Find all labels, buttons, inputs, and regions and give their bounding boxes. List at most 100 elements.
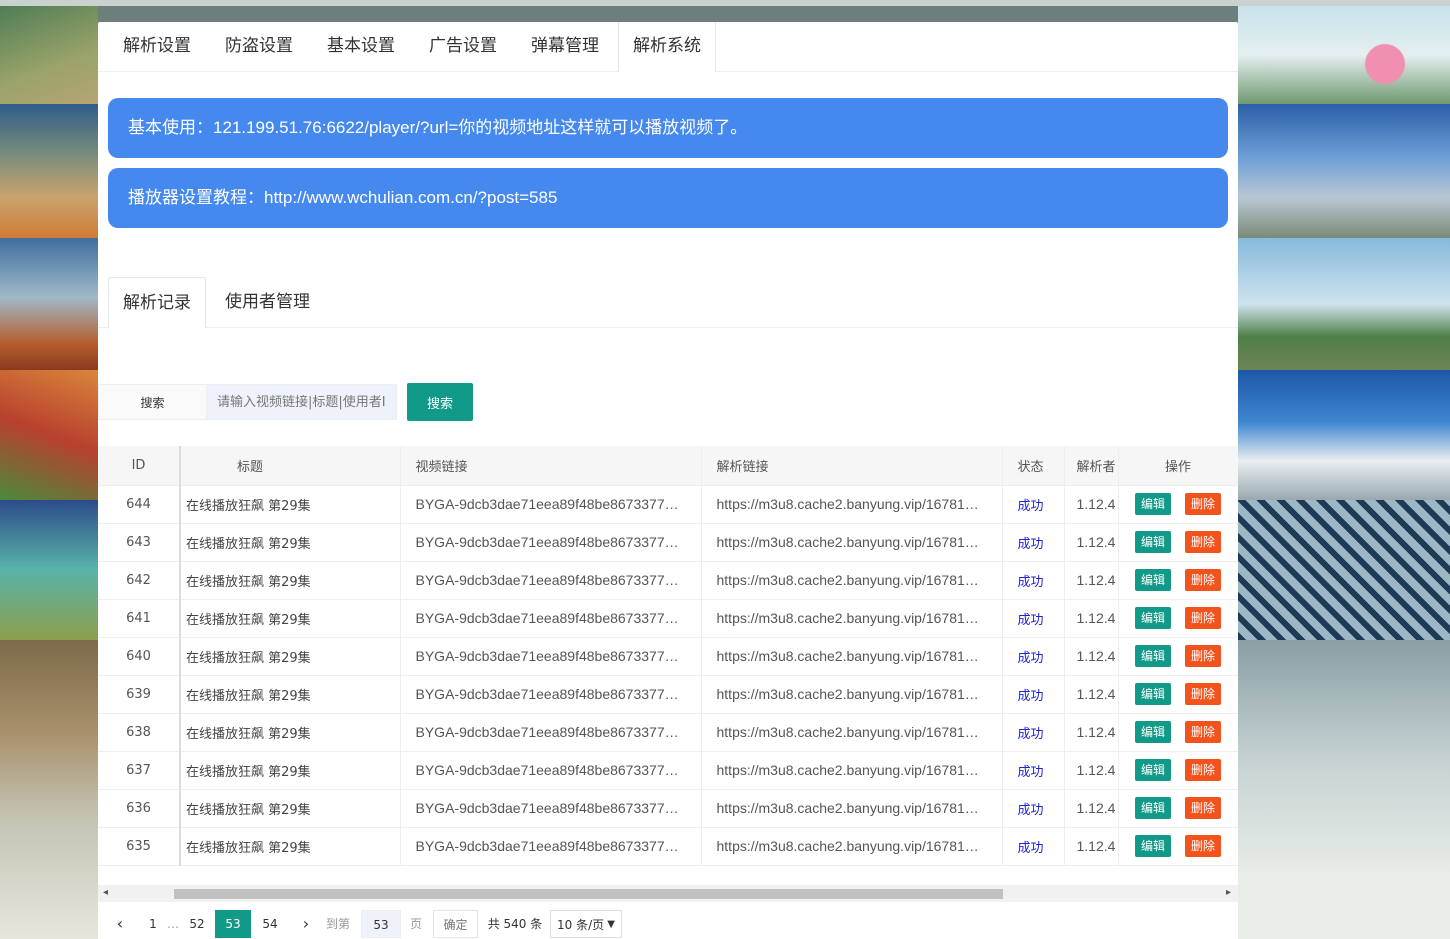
page-53-current[interactable]: 53 — [215, 910, 251, 938]
scroll-right-icon[interactable]: ▸ — [1226, 887, 1231, 898]
scrollbar-thumb[interactable] — [174, 889, 1003, 899]
bg-tile — [0, 6, 98, 104]
page-size-select[interactable]: 10 条/页 ▼ — [550, 910, 622, 938]
tab-danmaku-management[interactable]: 弹幕管理 — [531, 22, 599, 71]
cell-title: 在线播放狂飙 第29集 — [179, 599, 401, 638]
cell-id: 636 — [98, 789, 181, 828]
cell-parse-link: https://m3u8.cache2.banyung.vip/16781… — [701, 675, 1003, 714]
chevron-left-icon[interactable]: ‹ — [110, 910, 130, 938]
cell-title: 在线播放狂飙 第29集 — [179, 561, 401, 600]
cell-video-link: BYGA-9dcb3dae71eea89f48be8673377… — [400, 675, 702, 714]
column-header-video-link[interactable]: 视频链接 — [400, 446, 702, 486]
cell-parser-ip: 1.12.4 — [1064, 789, 1119, 828]
table-row: 644 在线播放狂飙 第29集 BYGA-9dcb3dae71eea89f48be8… — [98, 485, 1238, 524]
edit-button[interactable]: 编辑 — [1135, 835, 1171, 857]
column-header-parse-link[interactable]: 解析链接 — [701, 446, 1003, 486]
cell-parse-link: https://m3u8.cache2.banyung.vip/16781… — [701, 637, 1003, 676]
cell-actions: 编辑 删除 — [1117, 599, 1238, 638]
table-row: 638 在线播放狂飙 第29集 BYGA-9dcb3dae71eea89f48be8… — [98, 713, 1238, 752]
delete-button[interactable]: 删除 — [1185, 683, 1221, 705]
records-table: ID 标题 视频链接 解析链接 状态 解析者 操作 644 在线播放狂飙 第29集… — [98, 446, 1238, 876]
bg-tile — [1238, 370, 1450, 500]
bg-tile — [0, 104, 98, 238]
page-1[interactable]: 1 — [144, 910, 162, 938]
cell-status: 成功 — [1002, 599, 1065, 638]
cell-parser-ip: 1.12.4 — [1064, 827, 1119, 866]
cell-id: 642 — [98, 561, 181, 600]
cell-video-link: BYGA-9dcb3dae71eea89f48be8673377… — [400, 789, 702, 828]
delete-button[interactable]: 删除 — [1185, 531, 1221, 553]
tab-parse-system[interactable]: 解析系统 — [618, 22, 716, 72]
tab-parse-records[interactable]: 解析记录 — [108, 277, 206, 329]
edit-button[interactable]: 编辑 — [1135, 607, 1171, 629]
cell-actions: 编辑 删除 — [1117, 789, 1238, 828]
cell-id: 635 — [98, 827, 181, 866]
total-count: 共 540 条 — [487, 917, 543, 931]
cell-parser-ip: 1.12.4 — [1064, 485, 1119, 524]
table-header-row: ID 标题 视频链接 解析链接 状态 解析者 操作 — [98, 446, 1238, 486]
delete-button[interactable]: 删除 — [1185, 835, 1221, 857]
horizontal-scrollbar[interactable]: ◂ ▸ — [98, 885, 1238, 902]
column-header-id[interactable]: ID — [98, 446, 181, 486]
edit-button[interactable]: 编辑 — [1135, 759, 1171, 781]
cell-title: 在线播放狂飙 第29集 — [179, 485, 401, 524]
delete-button[interactable]: 删除 — [1185, 759, 1221, 781]
tab-parse-settings[interactable]: 解析设置 — [123, 22, 191, 71]
edit-button[interactable]: 编辑 — [1135, 569, 1171, 591]
delete-button[interactable]: 删除 — [1185, 645, 1221, 667]
goto-page-input[interactable]: 53 — [361, 910, 401, 938]
delete-button[interactable]: 删除 — [1185, 607, 1221, 629]
edit-button[interactable]: 编辑 — [1135, 645, 1171, 667]
cell-status: 成功 — [1002, 827, 1065, 866]
column-header-status[interactable]: 状态 — [1002, 446, 1065, 486]
cell-status: 成功 — [1002, 789, 1065, 828]
cell-video-link: BYGA-9dcb3dae71eea89f48be8673377… — [400, 561, 702, 600]
tab-user-management[interactable]: 使用者管理 — [225, 277, 310, 327]
cell-id: 638 — [98, 713, 181, 752]
edit-button[interactable]: 编辑 — [1135, 683, 1171, 705]
bg-tile — [0, 640, 98, 939]
edit-button[interactable]: 编辑 — [1135, 531, 1171, 553]
cell-title: 在线播放狂飙 第29集 — [179, 751, 401, 790]
table-row: 636 在线播放狂飙 第29集 BYGA-9dcb3dae71eea89f48be8… — [98, 789, 1238, 828]
edit-button[interactable]: 编辑 — [1135, 721, 1171, 743]
bg-tile — [1238, 500, 1450, 640]
chevron-right-icon[interactable]: › — [296, 910, 316, 938]
cell-parser-ip: 1.12.4 — [1064, 523, 1119, 562]
delete-button[interactable]: 删除 — [1185, 797, 1221, 819]
bg-tile — [0, 370, 98, 500]
tab-basic-settings[interactable]: 基本设置 — [327, 22, 395, 71]
bg-tile — [1238, 104, 1450, 238]
scroll-left-icon[interactable]: ◂ — [103, 887, 108, 898]
cell-parse-link: https://m3u8.cache2.banyung.vip/16781… — [701, 751, 1003, 790]
delete-button[interactable]: 删除 — [1185, 721, 1221, 743]
table-row: 643 在线播放狂飙 第29集 BYGA-9dcb3dae71eea89f48be8… — [98, 523, 1238, 562]
cell-actions: 编辑 删除 — [1117, 637, 1238, 676]
cell-actions: 编辑 删除 — [1117, 485, 1238, 524]
cell-status: 成功 — [1002, 523, 1065, 562]
goto-label: 到第 — [325, 917, 350, 931]
tab-anti-theft-settings[interactable]: 防盗设置 — [225, 22, 293, 71]
search-input[interactable] — [207, 384, 397, 420]
column-header-title[interactable]: 标题 — [179, 446, 401, 486]
bg-tile — [0, 500, 98, 640]
delete-button[interactable]: 删除 — [1185, 493, 1221, 515]
cell-video-link: BYGA-9dcb3dae71eea89f48be8673377… — [400, 599, 702, 638]
pagination: ‹ 1 … 52 53 54 › 到第 53 页 确定 共 540 条 10 条… — [98, 910, 1238, 939]
page-54[interactable]: 54 — [256, 910, 284, 938]
delete-button[interactable]: 删除 — [1185, 569, 1221, 591]
cell-video-link: BYGA-9dcb3dae71eea89f48be8673377… — [400, 485, 702, 524]
edit-button[interactable]: 编辑 — [1135, 493, 1171, 515]
edit-button[interactable]: 编辑 — [1135, 797, 1171, 819]
tab-ad-settings[interactable]: 广告设置 — [429, 22, 497, 71]
column-header-parser[interactable]: 解析者 — [1064, 446, 1119, 486]
cell-id: 640 — [98, 637, 181, 676]
page-52[interactable]: 52 — [184, 910, 210, 938]
search-label: 搜索 — [98, 384, 207, 420]
notice-player-tutorial-text: 播放器设置教程：http://www.wchulian.com.cn/?post… — [128, 188, 558, 207]
goto-confirm-button[interactable]: 确定 — [433, 910, 478, 938]
cell-title: 在线播放狂飙 第29集 — [179, 789, 401, 828]
page-size-value: 10 条/页 — [557, 918, 605, 932]
cell-status: 成功 — [1002, 751, 1065, 790]
search-button[interactable]: 搜索 — [407, 383, 473, 421]
